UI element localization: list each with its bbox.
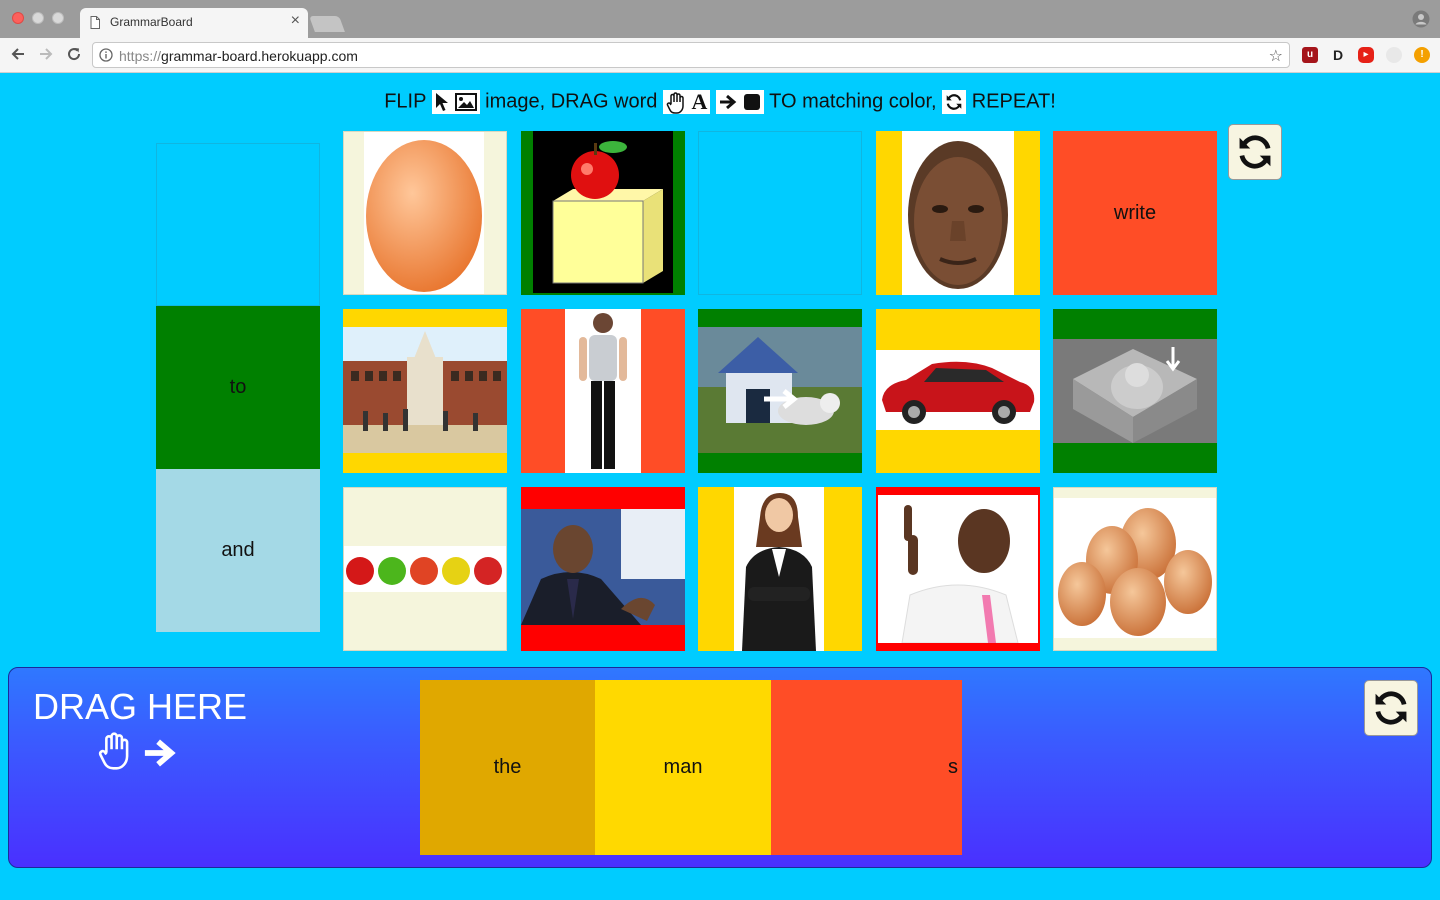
apple-box-image bbox=[533, 131, 673, 293]
profile-icon[interactable] bbox=[1412, 10, 1430, 28]
apple-box-illustration bbox=[552, 141, 663, 284]
hand-icon bbox=[666, 92, 684, 115]
card-man-pointing-up[interactable] bbox=[876, 487, 1040, 651]
repeat-icon-box bbox=[942, 89, 967, 114]
close-window-button[interactable] bbox=[12, 12, 24, 24]
page-icon bbox=[90, 16, 100, 29]
school-illustration bbox=[343, 327, 507, 453]
reload-icon[interactable] bbox=[66, 46, 82, 62]
maximize-window-button[interactable] bbox=[52, 12, 64, 24]
arrow-right-icon bbox=[145, 739, 177, 767]
card-woman-standing[interactable] bbox=[521, 309, 685, 473]
businesswoman-illustration bbox=[742, 493, 816, 651]
sentence-word-the[interactable]: the bbox=[420, 680, 595, 855]
disconnect-icon[interactable]: D bbox=[1330, 47, 1346, 63]
refresh-icon bbox=[1375, 691, 1407, 725]
generic-extension-icon[interactable] bbox=[1386, 47, 1402, 63]
word-column: to and bbox=[156, 143, 320, 632]
card-obama[interactable] bbox=[521, 487, 685, 651]
shuffle-cards-button[interactable] bbox=[1228, 124, 1282, 180]
apples-illustration bbox=[346, 557, 502, 585]
school-image bbox=[343, 327, 507, 453]
forward-icon[interactable] bbox=[38, 46, 54, 62]
eggs-image bbox=[1054, 498, 1216, 638]
cursor-icon bbox=[436, 93, 448, 112]
instruction-image-drag: image, DRAG word bbox=[485, 90, 658, 113]
dog-image bbox=[698, 327, 862, 453]
drag-here-title: DRAG HERE bbox=[33, 686, 248, 727]
egg-illustration bbox=[366, 140, 482, 292]
drag-drop-zone[interactable]: DRAG HERE the man s bbox=[8, 667, 1432, 868]
card-write[interactable]: write bbox=[1053, 131, 1217, 295]
eggs-illustration bbox=[1058, 508, 1212, 636]
face-illustration bbox=[908, 141, 1008, 289]
alert-extension-icon[interactable]: ! bbox=[1414, 47, 1430, 63]
card-businesswoman[interactable] bbox=[698, 487, 862, 651]
man-image bbox=[878, 495, 1038, 643]
flip-icons-box bbox=[432, 89, 480, 114]
image-icon bbox=[454, 93, 477, 112]
dog-illustration bbox=[698, 327, 862, 453]
bookmark-star-icon[interactable]: ☆ bbox=[1269, 46, 1283, 66]
woman-image bbox=[565, 309, 641, 473]
instruction-repeat: REPEAT! bbox=[971, 90, 1056, 113]
egg-image bbox=[364, 132, 484, 294]
card-school-building[interactable] bbox=[343, 309, 507, 473]
browser-tab[interactable]: GrammarBoard × bbox=[80, 8, 308, 38]
arrow-right-icon bbox=[719, 95, 737, 110]
refresh-icon bbox=[946, 94, 962, 111]
card-cat-in-box[interactable] bbox=[1053, 309, 1217, 473]
apples-image bbox=[344, 546, 506, 592]
woman-illustration bbox=[579, 313, 627, 469]
ublock-origin-icon[interactable]: u bbox=[1302, 47, 1318, 63]
youtube-icon[interactable]: ▸ bbox=[1358, 47, 1374, 63]
word-tile-to[interactable]: to bbox=[156, 306, 320, 469]
card-egg[interactable] bbox=[343, 131, 507, 295]
sentence-word-man[interactable]: man bbox=[595, 680, 771, 855]
card-apple-on-box[interactable] bbox=[521, 131, 685, 295]
sentence-word-s[interactable]: s bbox=[771, 680, 962, 855]
cat-image bbox=[1053, 339, 1217, 443]
tab-title: GrammarBoard bbox=[110, 15, 193, 29]
obama-image bbox=[521, 509, 685, 625]
info-icon[interactable] bbox=[99, 48, 113, 62]
new-tab-button[interactable] bbox=[309, 16, 345, 32]
letter-a-icon: A bbox=[691, 88, 708, 114]
address-bar[interactable]: https://grammar-board.herokuapp.com ☆ bbox=[92, 42, 1290, 68]
word-tile-and[interactable]: and bbox=[156, 469, 320, 632]
businesswoman-image bbox=[734, 487, 824, 651]
target-icons-box bbox=[715, 89, 764, 114]
face-image bbox=[902, 131, 1014, 295]
card-row-of-apples[interactable] bbox=[343, 487, 507, 651]
car-illustration bbox=[882, 361, 1035, 424]
square-icon bbox=[743, 94, 760, 111]
obama-illustration bbox=[521, 509, 685, 625]
back-icon[interactable] bbox=[10, 46, 26, 62]
instructions-bar: FLIP image, DRAG word A TO matching colo… bbox=[0, 88, 1440, 115]
card-empty[interactable] bbox=[698, 131, 862, 295]
minimize-window-button[interactable] bbox=[32, 12, 44, 24]
car-image bbox=[876, 350, 1040, 430]
word-slot-empty[interactable] bbox=[156, 143, 320, 306]
drag-icons-box: A bbox=[662, 88, 711, 115]
browser-toolbar: https://grammar-board.herokuapp.com ☆ u … bbox=[0, 38, 1440, 73]
refresh-icon bbox=[1239, 135, 1271, 169]
url-text: https://grammar-board.herokuapp.com bbox=[119, 48, 358, 64]
clear-sentence-button[interactable] bbox=[1364, 680, 1418, 736]
card-eggs[interactable] bbox=[1053, 487, 1217, 651]
instruction-flip: FLIP bbox=[384, 90, 427, 113]
hand-icon bbox=[98, 732, 129, 770]
card-kanye-face[interactable] bbox=[876, 131, 1040, 295]
instruction-matching: TO matching color, bbox=[769, 90, 937, 113]
man-illustration bbox=[901, 505, 1019, 643]
drag-hint-icons bbox=[97, 732, 177, 775]
browser-tab-bar: GrammarBoard × bbox=[0, 0, 1440, 38]
card-dog-doghouse[interactable] bbox=[698, 309, 862, 473]
card-red-car[interactable] bbox=[876, 309, 1040, 473]
tab-close-icon[interactable]: × bbox=[291, 12, 300, 30]
cat-illustration bbox=[1053, 339, 1217, 443]
